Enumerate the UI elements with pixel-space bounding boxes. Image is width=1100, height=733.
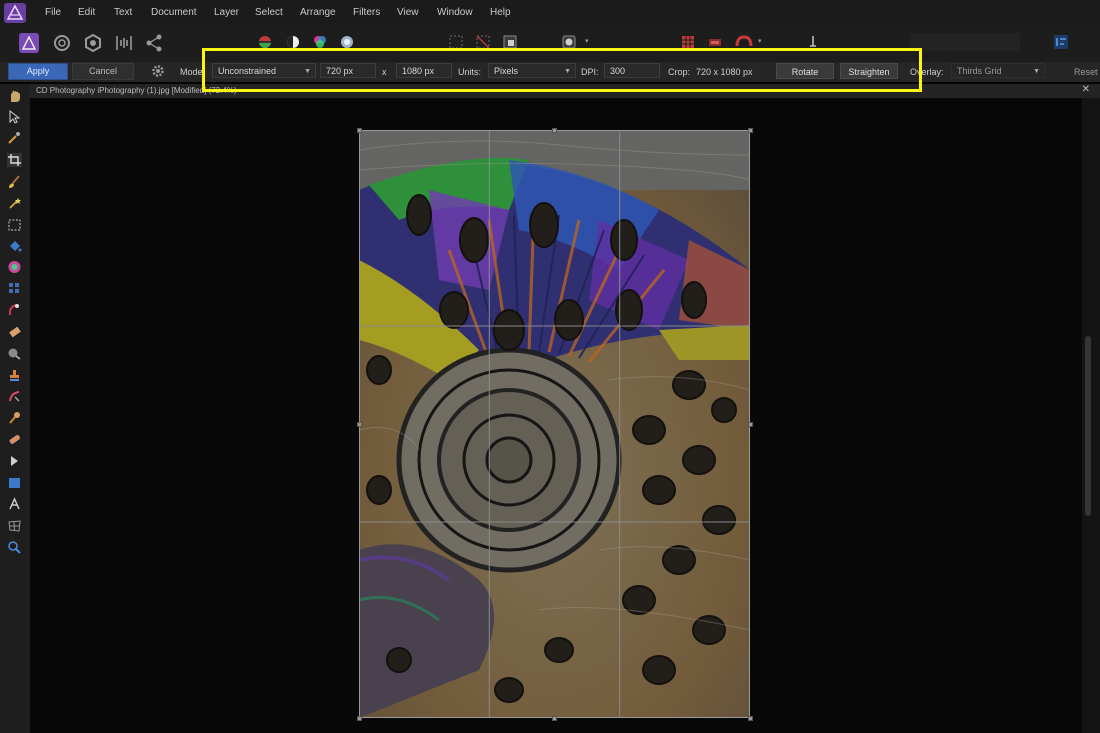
menu-file[interactable]: File: [45, 7, 61, 18]
crop-handle-top[interactable]: [552, 128, 557, 133]
fill-icon[interactable]: [7, 239, 22, 253]
move-tool-icon[interactable]: [7, 110, 22, 124]
units-value: Pixels: [494, 66, 519, 76]
tools-panel: [0, 84, 30, 733]
red-eye-icon[interactable]: [7, 303, 22, 317]
menu-document[interactable]: Document: [151, 7, 197, 18]
color-picker-icon[interactable]: [7, 131, 22, 145]
photo-persona-icon[interactable]: [18, 32, 40, 54]
export-persona-icon[interactable]: [143, 32, 165, 54]
smudge-icon[interactable]: [7, 411, 22, 425]
menu-text[interactable]: Text: [114, 7, 132, 18]
menu-bar: File Edit Text Document Layer Select Arr…: [0, 0, 1100, 26]
menu-edit[interactable]: Edit: [78, 7, 95, 18]
crop-settings-gear-icon[interactable]: [151, 64, 165, 78]
disabled-toolbar-group: [910, 33, 1020, 51]
text-tool-icon[interactable]: [7, 497, 22, 511]
view-tool-icon[interactable]: [7, 89, 22, 103]
hsl-adjustment-icon[interactable]: [312, 34, 328, 50]
blur-icon[interactable]: [7, 346, 22, 360]
menu-select[interactable]: Select: [255, 7, 283, 18]
crop-handle-bottom-right[interactable]: [748, 716, 753, 721]
overlay-value: Thirds Grid: [957, 66, 1002, 76]
units-label: Units:: [458, 67, 482, 77]
clone-icon[interactable]: [7, 368, 22, 382]
deselect-icon[interactable]: [475, 34, 491, 50]
close-icon[interactable]: ✕: [1082, 84, 1090, 95]
mode-label: Mode:: [180, 67, 206, 77]
straighten-button[interactable]: Straighten: [840, 63, 898, 79]
healing-icon[interactable]: [7, 389, 22, 403]
shape-tool-icon[interactable]: [7, 476, 22, 490]
gradient-icon[interactable]: [7, 260, 22, 274]
units-select[interactable]: Pixels ▼: [488, 63, 576, 78]
cancel-button[interactable]: Cancel: [72, 63, 134, 80]
menu-arrange[interactable]: Arrange: [300, 7, 336, 18]
scrollbar-thumb[interactable]: [1085, 336, 1091, 516]
snapping-magnet-icon[interactable]: [734, 34, 754, 50]
quick-mask-icon[interactable]: [561, 34, 577, 50]
crop-height-input[interactable]: 1080 px: [396, 63, 452, 78]
patch-icon[interactable]: [7, 432, 22, 446]
zoom-tool-icon[interactable]: [7, 540, 22, 554]
reset-button[interactable]: Reset: [1074, 67, 1098, 77]
menu-view[interactable]: View: [397, 7, 419, 18]
quick-mask-dropdown-icon[interactable]: ▾: [585, 37, 589, 45]
selection-marquee-icon[interactable]: [448, 34, 464, 50]
invert-selection-icon[interactable]: [502, 34, 518, 50]
menu-help[interactable]: Help: [490, 7, 511, 18]
menu-window[interactable]: Window: [437, 7, 473, 18]
apply-button[interactable]: Apply: [8, 63, 68, 80]
crop-handle-left[interactable]: [357, 422, 362, 427]
chevron-down-icon: ▼: [1033, 68, 1040, 75]
dodge-icon[interactable]: [7, 281, 22, 295]
dpi-label: DPI:: [581, 67, 599, 77]
paint-brush-icon[interactable]: [7, 175, 22, 189]
canvas-photo: [359, 130, 750, 718]
erase-icon[interactable]: [7, 325, 22, 339]
mode-select[interactable]: Unconstrained ▼: [212, 63, 316, 78]
dimension-times-label: x: [382, 67, 387, 77]
chevron-down-icon: ▼: [304, 68, 311, 75]
crop-handle-bottom[interactable]: [552, 716, 557, 721]
pen-pressure-icon[interactable]: [806, 34, 820, 50]
pen-tool-icon[interactable]: [7, 454, 22, 468]
align-icon[interactable]: [1052, 33, 1070, 51]
liquify-persona-icon[interactable]: [51, 32, 73, 54]
overlay-select[interactable]: Thirds Grid ▼: [951, 63, 1045, 78]
black-white-adjustment-icon[interactable]: [285, 34, 301, 50]
crop-width-input[interactable]: 720 px: [320, 63, 376, 78]
menu-layer[interactable]: Layer: [214, 7, 239, 18]
mesh-warp-icon[interactable]: [7, 519, 22, 533]
crop-tool-icon[interactable]: [7, 153, 22, 167]
white-balance-adjustment-icon[interactable]: [339, 34, 355, 50]
crop-size-readout: 720 x 1080 px: [696, 67, 753, 77]
rotate-button[interactable]: Rotate: [776, 63, 834, 79]
levels-adjustment-icon[interactable]: [257, 34, 273, 50]
tone-mapping-persona-icon[interactable]: [113, 32, 135, 54]
chevron-down-icon: ▼: [564, 68, 571, 75]
document-title: CD Photography iPhotography (1).jpg [Mod…: [36, 86, 237, 95]
crop-label: Crop:: [668, 67, 691, 77]
menu-filters[interactable]: Filters: [353, 7, 380, 18]
crop-handle-bottom-left[interactable]: [357, 716, 362, 721]
flood-select-icon[interactable]: [7, 196, 22, 210]
snapping-grid-icon[interactable]: [680, 34, 696, 50]
marquee-icon[interactable]: [7, 218, 22, 232]
affinity-photo-logo-icon: [4, 3, 26, 23]
assistant-icon[interactable]: [707, 34, 723, 50]
crop-handle-top-left[interactable]: [357, 128, 362, 133]
crop-handle-right[interactable]: [748, 422, 753, 427]
overlay-label: Overlay:: [910, 67, 944, 77]
crop-handle-top-right[interactable]: [748, 128, 753, 133]
mode-value: Unconstrained: [218, 66, 277, 76]
dpi-input[interactable]: 300: [604, 63, 660, 78]
document-tab[interactable]: CD Photography iPhotography (1).jpg [Mod…: [30, 84, 1100, 98]
snapping-dropdown-icon[interactable]: ▾: [758, 37, 762, 45]
develop-persona-icon[interactable]: [82, 32, 104, 54]
